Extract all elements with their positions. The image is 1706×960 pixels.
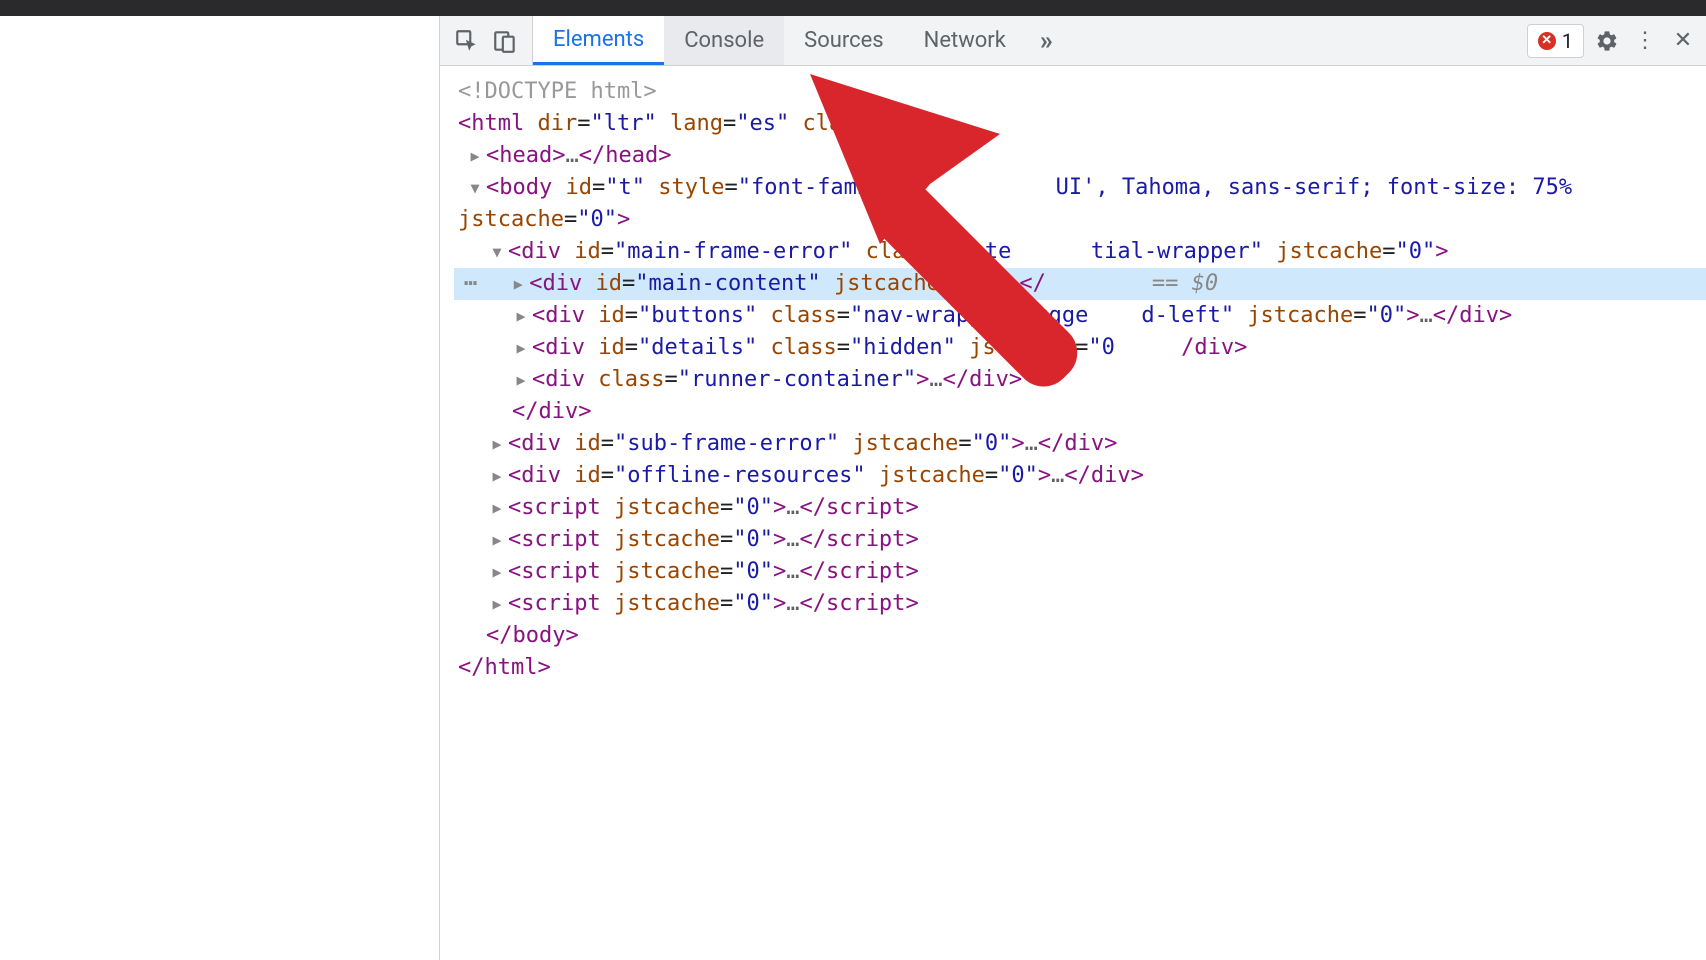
devtools-toolbar: Elements Console Sources Network » ✕ 1 ⋮… (440, 16, 1706, 66)
script-node-1[interactable]: <script jstcache="0">…</script> (454, 492, 1706, 524)
expand-icon[interactable] (488, 524, 506, 556)
more-tabs-icon[interactable]: » (1026, 16, 1067, 65)
expand-icon[interactable] (488, 492, 506, 524)
close-main-frame-error[interactable]: </div> (454, 396, 1706, 428)
expand-icon[interactable] (466, 140, 484, 172)
tab-console[interactable]: Console (664, 16, 784, 65)
expand-icon[interactable] (509, 268, 527, 300)
doctype-line[interactable]: <!DOCTYPE html> (454, 76, 1706, 108)
expand-icon[interactable] (488, 588, 506, 620)
head-node[interactable]: <head>…</head> (454, 140, 1706, 172)
toolbar-inspect-group (440, 16, 533, 65)
close-body[interactable]: </body> (454, 620, 1706, 652)
ellipsis-icon[interactable]: ⋯ (464, 268, 477, 300)
close-html[interactable]: </html> (454, 652, 1706, 684)
device-toolbar-icon[interactable] (490, 26, 520, 56)
settings-icon[interactable] (1592, 26, 1622, 56)
tab-network[interactable]: Network (904, 16, 1026, 65)
html-open[interactable]: <html dir="ltr" lang="es" clas (454, 108, 1706, 140)
inspect-element-icon[interactable] (452, 26, 482, 56)
expand-icon[interactable] (512, 332, 530, 364)
collapse-icon[interactable] (466, 172, 484, 204)
script-node-3[interactable]: <script jstcache="0">…</script> (454, 556, 1706, 588)
error-badge[interactable]: ✕ 1 (1527, 24, 1584, 58)
close-icon[interactable]: ✕ (1668, 26, 1698, 56)
dom-tree[interactable]: <!DOCTYPE html> <html dir="ltr" lang="es… (440, 66, 1706, 694)
script-node-4[interactable]: <script jstcache="0">…</script> (454, 588, 1706, 620)
collapse-icon[interactable] (488, 236, 506, 268)
main-content-node[interactable]: ⋯ <div id="main-content" jstcache="0">…<… (454, 268, 1706, 300)
error-icon: ✕ (1538, 32, 1556, 50)
main-frame-error-node[interactable]: <div id="main-frame-error" class="inte t… (454, 236, 1706, 268)
body-open-l2[interactable]: jstcache="0"> (454, 204, 1706, 236)
script-node-2[interactable]: <script jstcache="0">…</script> (454, 524, 1706, 556)
expand-icon[interactable] (488, 556, 506, 588)
tab-elements[interactable]: Elements (533, 16, 664, 65)
kebab-menu-icon[interactable]: ⋮ (1630, 26, 1660, 56)
page-preview-pane (0, 16, 440, 960)
body-open[interactable]: <body id="t" style="font-famil UI', Taho… (454, 172, 1706, 204)
runner-node[interactable]: <div class="runner-container">…</div> (454, 364, 1706, 396)
offline-resources-node[interactable]: <div id="offline-resources" jstcache="0"… (454, 460, 1706, 492)
browser-chrome-edge (0, 0, 1706, 16)
details-node[interactable]: <div id="details" class="hidden" jstcach… (454, 332, 1706, 364)
expand-icon[interactable] (512, 300, 530, 332)
buttons-node[interactable]: <div id="buttons" class="nav-wrapper sug… (454, 300, 1706, 332)
toolbar-right-group: ✕ 1 ⋮ ✕ (1519, 16, 1706, 65)
devtools-panel: Elements Console Sources Network » ✕ 1 ⋮… (440, 16, 1706, 960)
devtools-tabs: Elements Console Sources Network » (533, 16, 1067, 65)
error-count: 1 (1562, 29, 1573, 53)
tab-sources[interactable]: Sources (784, 16, 904, 65)
expand-icon[interactable] (512, 364, 530, 396)
sub-frame-error-node[interactable]: <div id="sub-frame-error" jstcache="0">…… (454, 428, 1706, 460)
expand-icon[interactable] (488, 428, 506, 460)
expand-icon[interactable] (488, 460, 506, 492)
